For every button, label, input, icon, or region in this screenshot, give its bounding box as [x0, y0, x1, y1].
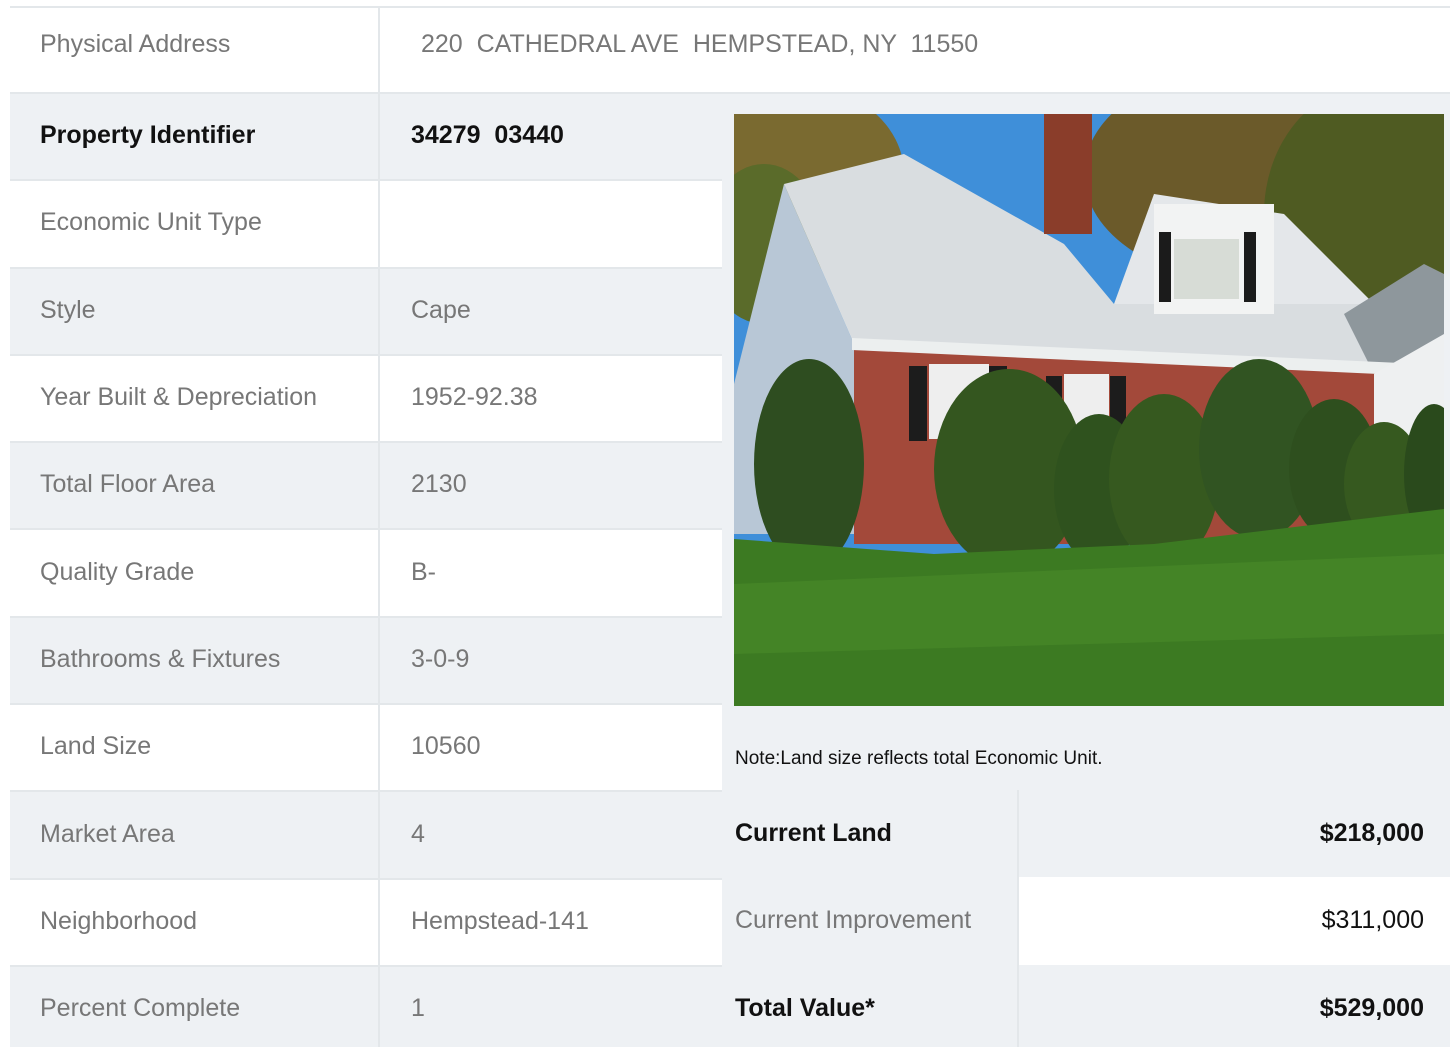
detail-value: Cape: [411, 295, 471, 324]
detail-row-quality-grade: Quality Grade B-: [10, 530, 722, 618]
detail-value: Hempstead-141: [411, 906, 589, 935]
address-value: 220 CATHEDRAL AVE HEMPSTEAD, NY 11550: [421, 30, 979, 58]
detail-value: [380, 181, 722, 266]
detail-label: Quality Grade: [10, 530, 380, 616]
land-size-note: Note:Land size reflects total Economic U…: [735, 748, 1103, 769]
property-summary-panel: Note:Land size reflects total Economic U…: [722, 94, 1450, 1047]
detail-row-economic-unit-type: Economic Unit Type: [10, 181, 722, 269]
detail-label: Economic Unit Type: [10, 181, 380, 267]
detail-row-property-identifier: Property Identifier 34279 03440: [10, 94, 722, 182]
detail-value: 1952-92.38: [411, 383, 538, 412]
detail-label: Style: [10, 268, 380, 354]
detail-value: 10560: [411, 732, 481, 761]
detail-value: 4: [411, 819, 425, 848]
valuation-label: Total Value*: [735, 993, 875, 1022]
detail-row-land-size: Land Size 10560: [10, 705, 722, 793]
detail-value: B-: [411, 557, 436, 586]
valuation-value: $529,000: [1017, 964, 1450, 1047]
detail-value: 34279 03440: [411, 121, 564, 150]
detail-label: Bathrooms & Fixtures: [10, 617, 380, 704]
detail-label: Property Identifier: [10, 94, 380, 180]
detail-row-style: Style Cape: [10, 268, 722, 356]
detail-row-neighborhood: Neighborhood Hempstead-141: [10, 879, 722, 967]
address-label: Physical Address: [10, 8, 380, 94]
valuation-value: $311,000: [1017, 877, 1450, 965]
detail-label: Total Floor Area: [10, 443, 380, 529]
valuation-row-current-improvement: Current Improvement $311,000: [722, 877, 1450, 965]
valuation-value: $218,000: [1017, 790, 1450, 878]
detail-label: Neighborhood: [10, 879, 380, 965]
detail-label: Percent Complete: [10, 966, 380, 1047]
detail-value: 3-0-9: [411, 644, 470, 673]
address-row: Physical Address 220 CATHEDRAL AVE HEMPS…: [10, 8, 1450, 94]
valuation-row-total-value: Total Value* $529,000: [722, 964, 1450, 1047]
property-details-table: Property Identifier 34279 03440 Economic…: [10, 94, 722, 1047]
valuation-label: Current Land: [735, 819, 892, 848]
detail-label: Year Built & Depreciation: [10, 355, 380, 442]
detail-value: 1: [411, 994, 425, 1023]
valuation-table: Current Land $218,000 Current Improvemen…: [722, 790, 1450, 1047]
valuation-row-current-land: Current Land $218,000: [722, 790, 1450, 878]
house-photo[interactable]: [734, 114, 1444, 706]
detail-row-year-built: Year Built & Depreciation 1952-92.38: [10, 355, 722, 444]
detail-label: Land Size: [10, 705, 380, 791]
valuation-label: Current Improvement: [735, 906, 972, 935]
detail-label: Market Area: [10, 792, 380, 878]
detail-row-bathrooms: Bathrooms & Fixtures 3-0-9: [10, 617, 722, 706]
detail-value: 2130: [411, 470, 467, 499]
detail-row-total-floor-area: Total Floor Area 2130: [10, 443, 722, 531]
detail-row-market-area: Market Area 4: [10, 792, 722, 880]
detail-row-percent-complete: Percent Complete 1: [10, 966, 722, 1047]
